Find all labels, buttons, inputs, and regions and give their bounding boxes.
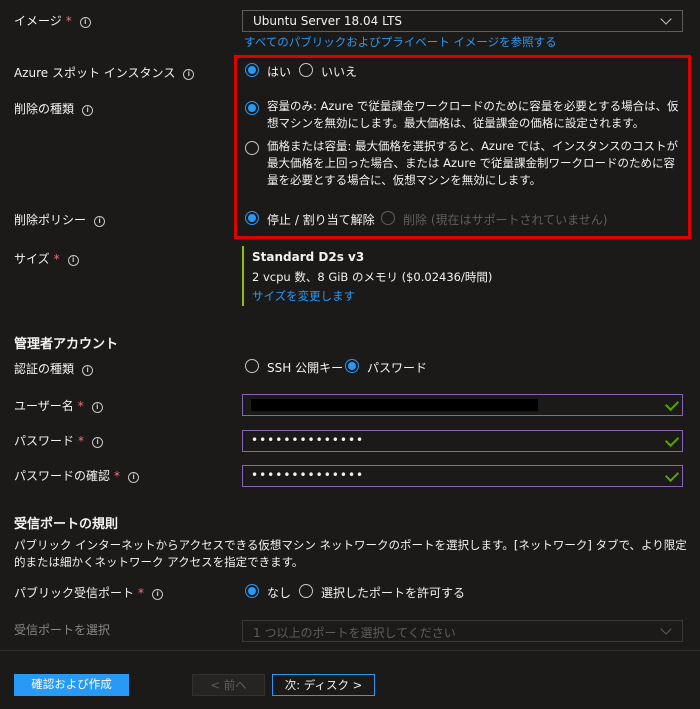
change-size-link[interactable]: サイズを変更します: [252, 288, 355, 304]
auth-password-label: パスワード: [367, 361, 428, 375]
info-icon[interactable]: i: [91, 402, 103, 413]
password-label: パスワード * i: [14, 432, 104, 449]
info-icon[interactable]: i: [82, 365, 94, 376]
auth-type-label: 認証の種類 i: [14, 360, 94, 377]
spot-yes-label: はい: [267, 65, 292, 79]
admin-section-title: 管理者アカウント: [14, 337, 119, 352]
eviction-capacity-radio[interactable]: [245, 101, 259, 115]
chevron-down-icon: [660, 623, 672, 635]
info-icon[interactable]: i: [82, 105, 94, 116]
previous-button[interactable]: < 前へ: [192, 674, 265, 696]
info-icon[interactable]: i: [67, 255, 79, 266]
confirm-password-input[interactable]: ••••••••••••••: [242, 465, 683, 487]
info-icon[interactable]: i: [92, 437, 104, 448]
eviction-policy-label: 削除ポリシー i: [14, 211, 106, 228]
public-ports-label: パブリック受信ポート * i: [14, 584, 164, 601]
auth-password-radio[interactable]: [345, 359, 359, 373]
policy-delete-radio[interactable]: [381, 211, 395, 225]
policy-delete-label: 削除 (現在はサポートされていません): [403, 213, 608, 227]
info-icon[interactable]: i: [152, 589, 164, 600]
spot-no-label: いいえ: [321, 65, 358, 79]
username-label: ユーザー名 * i: [14, 397, 103, 414]
eviction-price-radio[interactable]: [245, 141, 259, 155]
footer-divider: [0, 650, 700, 651]
info-icon[interactable]: i: [94, 216, 106, 227]
select-ports-dropdown[interactable]: 1 つ以上のポートを選択してください: [242, 620, 683, 642]
ports-allow-radio[interactable]: [299, 584, 313, 598]
spot-label: Azure スポット インスタンス i: [14, 64, 195, 81]
chevron-down-icon: [660, 13, 672, 25]
spot-no-radio[interactable]: [299, 63, 313, 77]
password-value: ••••••••••••••: [251, 433, 365, 447]
ports-allow-label: 選択したポートを許可する: [321, 586, 466, 600]
info-icon[interactable]: i: [79, 17, 91, 28]
policy-deallocate-label: 停止 / 割り当て解除: [267, 213, 375, 227]
checkmark-icon: [664, 467, 680, 483]
info-icon[interactable]: i: [128, 472, 140, 483]
next-disk-button[interactable]: 次: ディスク >: [272, 674, 375, 696]
checkmark-icon: [664, 396, 680, 412]
eviction-type-label: 削除の種類 i: [14, 100, 94, 117]
inbound-description: パブリック インターネットからアクセスできる仮想マシン ネットワークのポートを選…: [14, 538, 687, 569]
auth-ssh-radio[interactable]: [245, 359, 259, 373]
inbound-section-title: 受信ポートの規則: [14, 517, 119, 532]
review-create-button[interactable]: 確認および作成: [14, 674, 129, 696]
policy-deallocate-radio[interactable]: [245, 211, 259, 225]
size-detail: 2 vcpu 数、8 GiB のメモリ ($0.02436/時間): [252, 270, 493, 284]
size-accent-bar: [242, 246, 244, 306]
image-select-value: Ubuntu Server 18.04 LTS: [253, 14, 403, 28]
ports-none-radio[interactable]: [245, 584, 259, 598]
select-ports-label: 受信ポートを選択: [14, 623, 111, 637]
redacted-username: [251, 399, 538, 411]
image-select[interactable]: Ubuntu Server 18.04 LTS: [242, 10, 683, 32]
eviction-capacity-text: 容量のみ: Azure で従量課金ワークロードのために容量を必要とする場合は、仮…: [267, 99, 679, 130]
ports-none-label: なし: [267, 586, 292, 600]
username-input[interactable]: [242, 394, 683, 416]
browse-images-link[interactable]: すべてのパブリックおよびプライベート イメージを参照する: [244, 34, 557, 50]
checkmark-icon: [664, 432, 680, 448]
confirm-password-value: ••••••••••••••: [251, 468, 365, 482]
eviction-price-text: 価格または容量: 最大価格を選択すると、Azure では、インスタンスのコストが…: [267, 139, 679, 187]
size-name: Standard D2s v3: [252, 250, 365, 264]
password-input[interactable]: ••••••••••••••: [242, 430, 683, 452]
size-label: サイズ * i: [14, 250, 79, 267]
auth-ssh-label: SSH 公開キー: [267, 361, 344, 375]
spot-yes-radio[interactable]: [245, 63, 259, 77]
confirm-password-label: パスワードの確認 * i: [14, 467, 140, 484]
info-icon[interactable]: i: [183, 69, 195, 80]
select-ports-placeholder: 1 つ以上のポートを選択してください: [253, 626, 456, 640]
image-label: イメージ * i: [14, 12, 91, 29]
